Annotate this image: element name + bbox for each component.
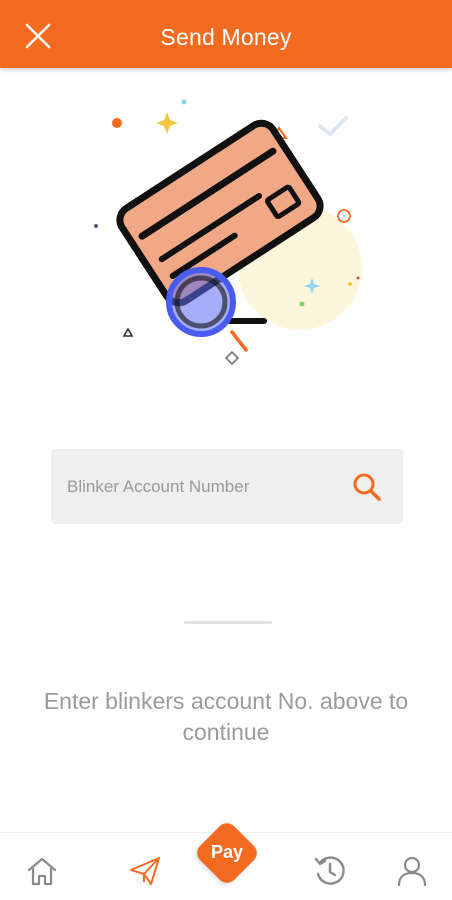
search-button[interactable] bbox=[347, 467, 387, 507]
instruction-text: Enter blinkers account No. above to cont… bbox=[43, 688, 409, 745]
send-icon bbox=[130, 857, 160, 885]
app-header: Send Money bbox=[0, 0, 452, 68]
page-title: Send Money bbox=[160, 24, 292, 50]
credit-card-search-icon bbox=[94, 99, 362, 366]
nav-history[interactable] bbox=[308, 849, 352, 893]
history-icon bbox=[314, 856, 345, 885]
credit-card-search-illustration bbox=[80, 88, 380, 378]
pay-label: Pay bbox=[210, 842, 244, 862]
nav-send[interactable] bbox=[123, 849, 167, 893]
account-search-box bbox=[51, 449, 403, 524]
account-number-input[interactable] bbox=[67, 449, 337, 524]
pay-button[interactable]: Pay bbox=[192, 818, 262, 888]
home-icon bbox=[27, 857, 57, 886]
search-icon bbox=[353, 473, 381, 501]
nav-profile[interactable] bbox=[390, 849, 434, 893]
divider bbox=[184, 621, 272, 624]
profile-icon bbox=[397, 856, 427, 887]
nav-home[interactable] bbox=[20, 849, 64, 893]
